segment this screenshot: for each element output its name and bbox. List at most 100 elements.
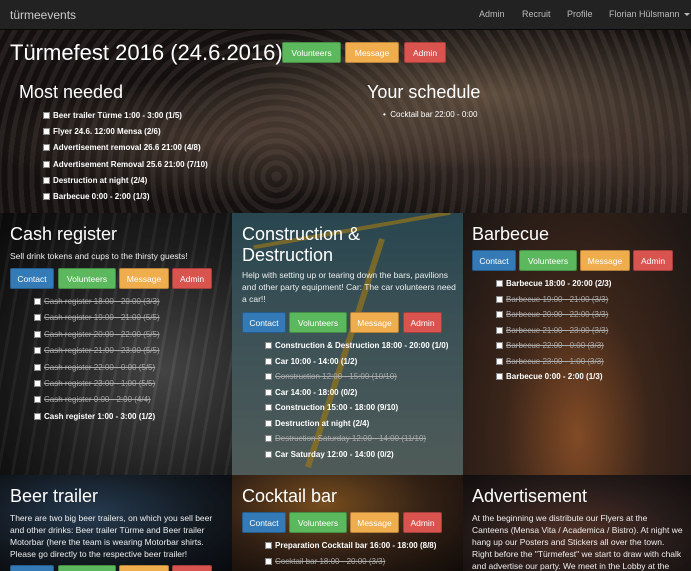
checkbox-icon[interactable] bbox=[265, 450, 272, 458]
cash-contact-button[interactable]: Contact bbox=[10, 268, 54, 289]
barbecue-slot[interactable]: Barbecue 23:00 - 1:00 (3/3) bbox=[496, 356, 604, 368]
slot-label: Preparation Cocktail bar 16:00 - 18:00 (… bbox=[275, 541, 437, 550]
checkbox-icon[interactable] bbox=[496, 311, 503, 318]
construction-contact-button[interactable]: Contact bbox=[242, 312, 286, 333]
schedule-item: • Cocktail bar 22:00 - 0:00 bbox=[383, 110, 478, 119]
barbecue-slot[interactable]: Barbecue 22:00 - 0:00 (3/3) bbox=[496, 340, 604, 352]
checkbox-icon[interactable] bbox=[34, 412, 41, 420]
checkbox-icon[interactable] bbox=[43, 176, 50, 184]
barbecue-slot[interactable]: Barbecue 19:00 - 21:00 (3/3) bbox=[496, 294, 608, 306]
checkbox-icon[interactable] bbox=[34, 347, 41, 355]
event-volunteers-button[interactable]: Volunteers bbox=[282, 42, 341, 63]
nav-recruit[interactable]: Recruit bbox=[522, 9, 551, 19]
checkbox-icon[interactable] bbox=[43, 112, 50, 119]
construction-slot[interactable]: Car 14:00 - 18:00 (0/2) bbox=[265, 387, 357, 399]
beer-message-button[interactable]: Message bbox=[119, 565, 169, 571]
checkbox-icon[interactable] bbox=[43, 160, 50, 168]
construction-slot[interactable]: Destruction at night (2/4) bbox=[265, 418, 369, 430]
cocktail-slot[interactable]: Cocktail bar 18:00 - 20:00 (3/3) bbox=[265, 556, 385, 568]
cash-slot[interactable]: Cash register 22:00 - 0:00 (5/5) bbox=[34, 362, 155, 374]
brand-link[interactable]: türmeevents bbox=[10, 8, 76, 22]
cash-slot[interactable]: Cash register 18:00 - 20:00 (3/3) bbox=[34, 296, 160, 308]
barbecue-slot[interactable]: Barbecue 18:00 - 20:00 (2/3) bbox=[496, 278, 611, 290]
construction-volunteers-button[interactable]: Volunteers bbox=[289, 312, 347, 333]
most-needed-item[interactable]: Beer trailer Türme 1:00 - 3:00 (1/5) bbox=[43, 110, 182, 122]
cocktail-volunteers-button[interactable]: Volunteers bbox=[289, 512, 347, 533]
most-needed-item[interactable]: Advertisement Removal 25.6 21:00 (7/10) bbox=[43, 159, 208, 171]
cash-message-button[interactable]: Message bbox=[119, 268, 169, 289]
barbecue-contact-button[interactable]: Contact bbox=[472, 250, 516, 271]
checkbox-icon[interactable] bbox=[265, 435, 272, 442]
slot-label: Advertisement Removal 25.6 21:00 (7/10) bbox=[53, 159, 208, 169]
nav-profile[interactable]: Profile bbox=[567, 9, 593, 19]
nav-user-dropdown[interactable]: Florian Hülsmann bbox=[609, 9, 690, 19]
cocktail-slot[interactable]: Preparation Cocktail bar 16:00 - 18:00 (… bbox=[265, 540, 436, 552]
cash-slot[interactable]: Cash register 19:00 - 21:00 (5/5) bbox=[34, 312, 160, 324]
cash-slot[interactable]: Cash register 21:00 - 23:00 (5/5) bbox=[34, 345, 160, 357]
most-needed-item[interactable]: Destruction at night (2/4) bbox=[43, 175, 147, 187]
event-admin-button[interactable]: Admin bbox=[404, 42, 446, 63]
beer-contact-button[interactable]: Contact bbox=[10, 565, 54, 571]
cash-admin-button[interactable]: Admin bbox=[172, 268, 212, 289]
checkbox-icon[interactable] bbox=[496, 326, 503, 334]
checkbox-icon[interactable] bbox=[43, 193, 50, 200]
slot-label: Destruction Saturday 12:00 - 14:00 (11/1… bbox=[275, 434, 427, 443]
checkbox-icon[interactable] bbox=[496, 280, 503, 287]
most-needed-item[interactable]: Flyer 24.6. 12:00 Mensa (2/6) bbox=[43, 126, 161, 138]
barbecue-message-button[interactable]: Message bbox=[580, 250, 630, 271]
barbecue-slot[interactable]: Barbecue 21:00 - 23:00 (3/3) bbox=[496, 325, 608, 337]
checkbox-icon[interactable] bbox=[265, 357, 272, 365]
cocktail-admin-button[interactable]: Admin bbox=[403, 512, 442, 533]
cash-description: Sell drink tokens and cups to the thirst… bbox=[10, 251, 188, 261]
construction-slot[interactable]: Car Saturday 12:00 - 14:00 (0/2) bbox=[265, 449, 394, 461]
most-needed-item[interactable]: Advertisement removal 26.6 21:00 (4/8) bbox=[43, 142, 201, 154]
slot-label: Destruction at night (2/4) bbox=[53, 175, 148, 185]
checkbox-icon[interactable] bbox=[496, 295, 503, 303]
construction-slot[interactable]: Construction & Destruction 18:00 - 20:00… bbox=[265, 340, 448, 352]
cocktail-contact-button[interactable]: Contact bbox=[242, 512, 286, 533]
nav-admin[interactable]: Admin bbox=[479, 9, 505, 19]
slot-label: Beer trailer Türme 1:00 - 3:00 (1/5) bbox=[53, 111, 182, 120]
beer-volunteers-button[interactable]: Volunteers bbox=[58, 565, 116, 571]
event-message-button[interactable]: Message bbox=[345, 42, 399, 63]
checkbox-icon[interactable] bbox=[34, 380, 41, 387]
checkbox-icon[interactable] bbox=[43, 144, 50, 152]
slot-label: Cash register 21:00 - 23:00 (5/5) bbox=[44, 346, 160, 356]
checkbox-icon[interactable] bbox=[34, 396, 41, 404]
cash-slot[interactable]: Cash register 20:00 - 22:00 (5/5) bbox=[34, 329, 160, 341]
checkbox-icon[interactable] bbox=[34, 298, 41, 305]
beer-admin-button[interactable]: Admin bbox=[172, 565, 212, 571]
checkbox-icon[interactable] bbox=[34, 314, 41, 322]
slot-label: Car 10:00 - 14:00 (1/2) bbox=[275, 356, 358, 366]
most-needed-item[interactable]: Barbecue 0:00 - 2:00 (1/3) bbox=[43, 191, 150, 203]
construction-slot[interactable]: Car 10:00 - 14:00 (1/2) bbox=[265, 356, 357, 368]
checkbox-icon[interactable] bbox=[34, 330, 41, 338]
slot-label: Barbecue 20:00 - 22:00 (3/3) bbox=[506, 310, 609, 319]
checkbox-icon[interactable] bbox=[496, 373, 503, 380]
checkbox-icon[interactable] bbox=[265, 419, 272, 427]
cash-slot[interactable]: Cash register 0:00 - 2:00 (4/4) bbox=[34, 394, 151, 406]
construction-message-button[interactable]: Message bbox=[350, 312, 399, 333]
cash-volunteers-button[interactable]: Volunteers bbox=[58, 268, 116, 289]
cash-slot[interactable]: Cash register 1:00 - 3:00 (1/2) bbox=[34, 411, 155, 423]
construction-slot[interactable]: Destruction Saturday 12:00 - 14:00 (11/1… bbox=[265, 433, 426, 445]
checkbox-icon[interactable] bbox=[496, 342, 503, 349]
cash-slot[interactable]: Cash register 23:00 - 1:00 (5/5) bbox=[34, 378, 155, 390]
checkbox-icon[interactable] bbox=[43, 128, 50, 136]
checkbox-icon[interactable] bbox=[265, 558, 272, 565]
barbecue-volunteers-button[interactable]: Volunteers bbox=[519, 250, 577, 271]
checkbox-icon[interactable] bbox=[265, 373, 272, 380]
construction-admin-button[interactable]: Admin bbox=[403, 312, 442, 333]
checkbox-icon[interactable] bbox=[265, 404, 272, 411]
checkbox-icon[interactable] bbox=[265, 388, 272, 396]
construction-slot[interactable]: Construction 15:00 - 18:00 (9/10) bbox=[265, 402, 398, 414]
construction-slot[interactable]: Construction 12:00 - 15:00 (10/10) bbox=[265, 371, 397, 383]
checkbox-icon[interactable] bbox=[265, 342, 272, 349]
barbecue-slot[interactable]: Barbecue 20:00 - 22:00 (3/3) bbox=[496, 309, 608, 321]
barbecue-slot[interactable]: Barbecue 0:00 - 2:00 (1/3) bbox=[496, 371, 603, 383]
checkbox-icon[interactable] bbox=[265, 542, 272, 549]
cocktail-message-button[interactable]: Message bbox=[350, 512, 399, 533]
checkbox-icon[interactable] bbox=[34, 363, 41, 371]
checkbox-icon[interactable] bbox=[496, 357, 503, 365]
barbecue-admin-button[interactable]: Admin bbox=[633, 250, 673, 271]
